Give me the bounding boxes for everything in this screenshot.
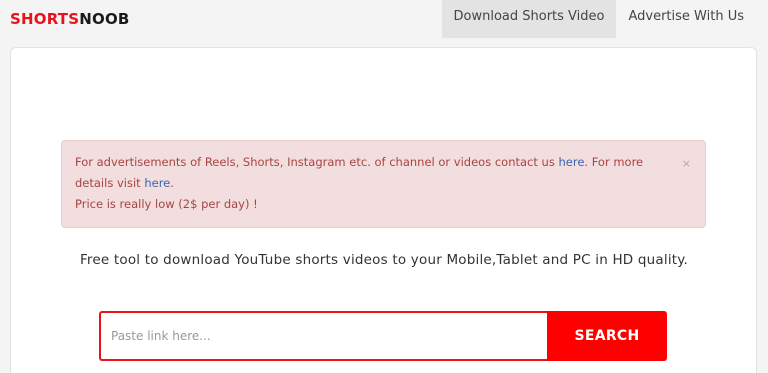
close-icon[interactable]: × [682,153,691,174]
alert-price-text: Price is really low (2$ per day) ! [75,197,258,211]
search-form: SEARCH [99,311,667,361]
search-button[interactable]: SEARCH [547,311,667,361]
page-tagline: Free tool to download YouTube shorts vid… [79,252,689,268]
alert-details-link[interactable]: here [144,176,170,190]
site-logo[interactable]: SHORTSNOOB [10,10,130,28]
link-input[interactable] [99,311,547,361]
advertisement-alert: For advertisements of Reels, Shorts, Ins… [61,140,706,228]
alert-text-1: For advertisements of Reels, Shorts, Ins… [75,155,559,169]
nav-advertise-with-us[interactable]: Advertise With Us [616,0,768,38]
alert-contact-link[interactable]: here [558,155,584,169]
alert-text-3: . [170,176,174,190]
main-nav: Download Shorts Video Advertise With Us [441,0,768,38]
logo-part-shorts: SHORTS [10,10,80,28]
top-navbar: SHORTSNOOB Download Shorts Video Adverti… [0,0,768,38]
nav-download-shorts-video[interactable]: Download Shorts Video [441,0,617,38]
logo-part-noob: NOOB [79,10,130,28]
